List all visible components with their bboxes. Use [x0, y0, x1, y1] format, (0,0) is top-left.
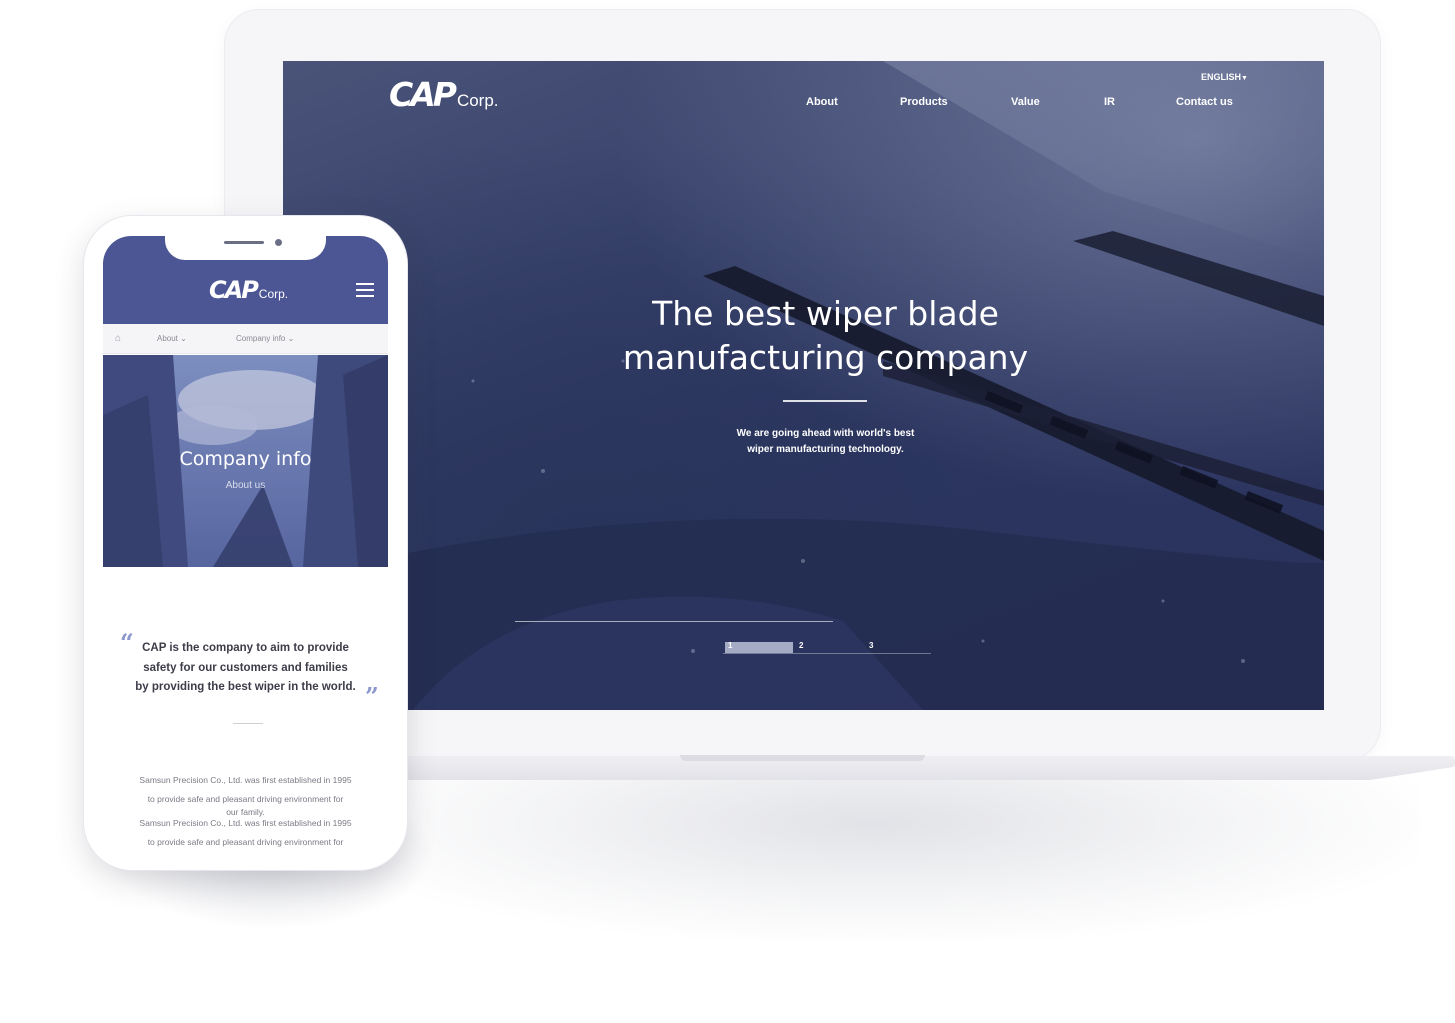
pager-item-1[interactable]: 1	[728, 641, 732, 650]
logo-mark: CAP	[209, 276, 259, 304]
company-quote: CAP is the company to aim to provide saf…	[103, 639, 388, 698]
nav-item-products[interactable]: Products	[900, 96, 948, 108]
hero-title-line1: The best wiper blade	[652, 294, 999, 333]
phone-speaker	[224, 241, 264, 244]
hero-title: The best wiper blade manufacturing compa…	[573, 292, 1078, 380]
main-nav: About Products Value IR Contact us	[283, 96, 1324, 112]
language-label: ENGLISH	[1201, 72, 1242, 82]
hamburger-menu-icon[interactable]	[356, 283, 374, 297]
breadcrumb: ⌂ About ⌄ Company info ⌄	[103, 324, 388, 354]
body-line: Samsun Precision Co., Ltd. was first est…	[139, 775, 352, 785]
pager-track	[723, 653, 931, 654]
mobile-screen: CAP Corp. ⌂ About ⌄ Company info ⌄ Compa…	[103, 236, 388, 861]
hero-subtitle-line2: wiper manufacturing technology.	[747, 444, 904, 455]
nav-item-ir[interactable]: IR	[1104, 96, 1115, 108]
breadcrumb-item-company-info[interactable]: Company info ⌄	[236, 334, 294, 343]
laptop-notch	[680, 755, 925, 761]
banner-subtitle: About us	[225, 480, 266, 491]
slide-progress-line	[515, 621, 833, 622]
nav-item-value[interactable]: Value	[1011, 96, 1040, 108]
body-line: to provide safe and pleasant driving env…	[147, 837, 344, 847]
desktop-screen: CAP Corp. ENGLISH▼ About Products Value I…	[283, 61, 1324, 710]
hero-background-wiper	[283, 61, 1324, 710]
mobile-logo[interactable]: CAP Corp.	[209, 276, 288, 304]
pager-item-2[interactable]: 2	[799, 641, 803, 650]
nav-item-about[interactable]: About	[806, 96, 838, 108]
slide-pager: 1 2 3	[723, 640, 933, 654]
caret-down-icon: ▼	[1241, 75, 1248, 82]
pager-item-3[interactable]: 3	[869, 641, 873, 650]
home-icon[interactable]: ⌂	[115, 333, 121, 344]
banner-title: Company info	[179, 448, 312, 470]
hero-subtitle: We are going ahead with world's best wip…	[673, 426, 978, 458]
mobile-header: CAP Corp.	[103, 236, 388, 324]
logo-suffix: Corp.	[258, 287, 289, 301]
company-description: Samsun Precision Co., Ltd. was first est…	[103, 771, 388, 852]
quote-line1: CAP is the company to aim to provide	[142, 642, 349, 654]
nav-item-contact[interactable]: Contact us	[1176, 96, 1233, 108]
phone-notch	[165, 236, 326, 260]
quote-divider	[233, 723, 263, 724]
quote-close-icon: ”	[365, 682, 379, 711]
language-selector[interactable]: ENGLISH▼	[1201, 72, 1248, 82]
quote-line3: by providing the best wiper in the world…	[135, 681, 356, 693]
laptop-shadow	[330, 760, 1420, 940]
pager-active-indicator	[725, 642, 793, 653]
breadcrumb-item-about[interactable]: About ⌄	[157, 334, 187, 343]
hero-subtitle-line1: We are going ahead with world's best	[736, 428, 915, 439]
quote-line2: safety for our customers and families	[143, 661, 348, 674]
hero-divider	[783, 400, 867, 402]
phone-camera	[275, 239, 282, 246]
page-banner: Company info About us	[103, 355, 388, 567]
body-line: Samsun Precision Co., Ltd. was first est…	[139, 818, 352, 828]
hero-title-line2: manufacturing company	[622, 338, 1029, 377]
